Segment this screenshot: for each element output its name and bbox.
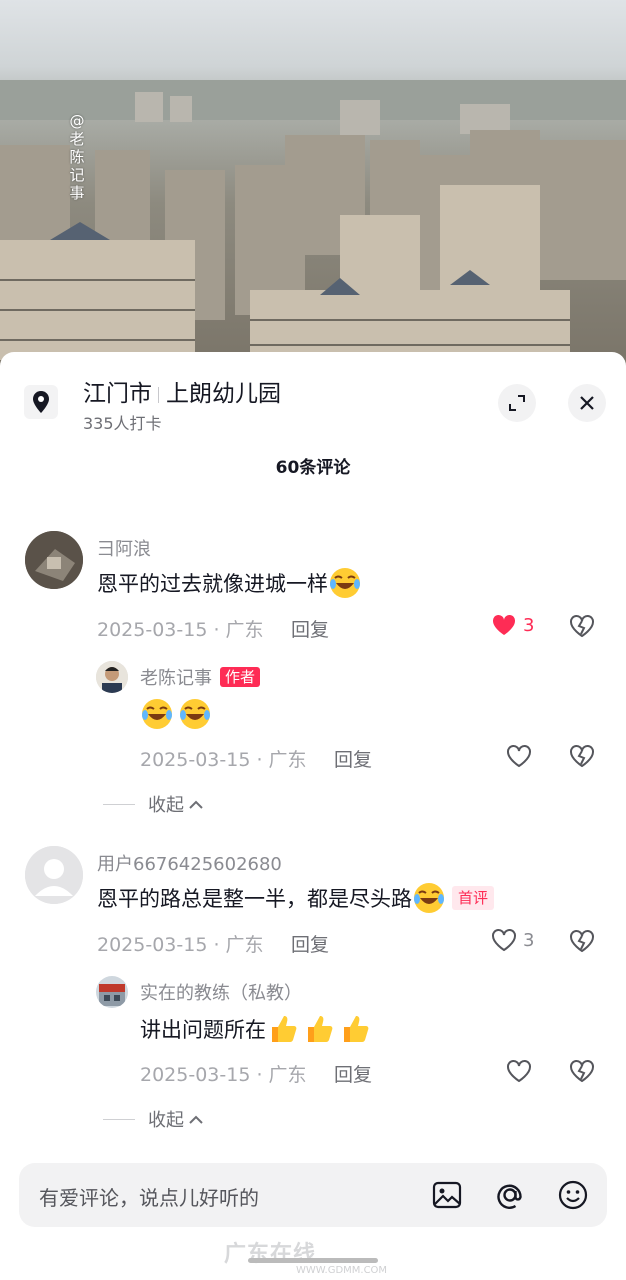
thumbs-up-emoji-icon — [272, 1016, 297, 1042]
home-indicator[interactable] — [248, 1258, 378, 1263]
reply-button[interactable]: 回复 — [291, 615, 329, 642]
emoji-icon[interactable] — [557, 1179, 589, 1211]
expand-button[interactable] — [498, 384, 536, 422]
checkin-count: 335人打卡 — [83, 414, 162, 433]
avatar[interactable] — [25, 531, 83, 589]
comment-date: 2025-03-15 · 广东 — [97, 619, 264, 641]
reply-button[interactable]: 回复 — [291, 930, 329, 957]
comment-input[interactable]: 有爱评论，说点儿好听的 — [19, 1163, 607, 1227]
reply-body: 讲出问题所在 — [140, 1018, 266, 1042]
comments-sheet — [0, 352, 626, 1280]
collapse-label: 收起 — [148, 1110, 184, 1131]
like-count: 3 — [523, 614, 535, 636]
collapse-label: 收起 — [148, 795, 184, 816]
mention-icon[interactable] — [494, 1179, 526, 1211]
close-button[interactable] — [568, 384, 606, 422]
reply-date: 2025-03-15 · 广东 — [140, 749, 307, 771]
reply-username[interactable]: 实在的教练（私教） — [140, 979, 302, 1005]
divider-line — [103, 1118, 135, 1120]
laugh-cry-emoji-icon — [414, 883, 444, 913]
broken-heart-icon — [570, 615, 594, 638]
divider-line — [103, 803, 135, 805]
avatar[interactable] — [96, 976, 128, 1008]
chevron-up-icon — [189, 1115, 203, 1124]
heart-outline-icon — [507, 745, 531, 768]
avatar[interactable] — [96, 661, 128, 693]
site-watermark: 广东在线 — [224, 1242, 317, 1267]
city-name: 江门市 — [83, 381, 152, 407]
reply-button[interactable]: 回复 — [334, 1060, 372, 1087]
collapse-replies-button[interactable]: 收起 — [103, 1106, 204, 1132]
comment-body: 恩平的过去就像进城一样 — [97, 572, 328, 596]
dislike-button[interactable] — [569, 1058, 595, 1088]
collapse-replies-button[interactable]: 收起 — [103, 791, 204, 817]
default-avatar-icon — [25, 846, 83, 904]
reply-text — [140, 697, 212, 731]
expand-icon — [509, 395, 525, 411]
location-title[interactable]: 江门市 上朗幼儿园 — [83, 374, 281, 408]
comment-username[interactable]: 用户6676425602680 — [97, 850, 282, 876]
thumbs-up-emoji-icon — [344, 1016, 369, 1042]
avatar[interactable] — [25, 846, 83, 904]
like-count: 3 — [523, 929, 535, 951]
reply-username-row: 老陈记事 作者 — [140, 664, 261, 690]
reply-date: 2025-03-15 · 广东 — [140, 1064, 307, 1086]
like-button[interactable] — [506, 1059, 532, 1083]
first-comment-badge: 首评 — [452, 886, 495, 910]
like-button[interactable] — [506, 744, 532, 768]
place-name: 上朗幼儿园 — [166, 381, 281, 407]
reply-button[interactable]: 回复 — [334, 745, 372, 772]
heart-outline-icon — [507, 1060, 531, 1083]
site-watermark-url: WWW.GDMM.COM — [296, 1265, 388, 1276]
comment-date: 2025-03-15 · 广东 — [97, 934, 264, 956]
like-button[interactable]: 3 — [491, 613, 534, 637]
city-skyline-image — [0, 80, 626, 365]
dislike-button[interactable] — [569, 928, 595, 958]
laugh-cry-emoji-icon — [330, 568, 360, 598]
location-photo: @老陈记事 — [0, 0, 626, 370]
thumbs-up-emoji-icon — [308, 1016, 333, 1042]
close-icon — [580, 396, 594, 410]
comment-username[interactable]: 彐阿浪 — [97, 535, 151, 561]
like-button[interactable]: 3 — [491, 928, 534, 952]
comment-count-title: 60条评论 — [275, 458, 351, 478]
author-badge: 作者 — [220, 667, 261, 687]
dislike-button[interactable] — [569, 743, 595, 773]
comment-body: 恩平的路总是整一半，都是尽头路 — [97, 887, 412, 911]
photo-watermark: @老陈记事 — [69, 112, 85, 202]
dislike-button[interactable] — [569, 613, 595, 643]
laugh-cry-emoji-icon — [142, 699, 172, 729]
laugh-cry-emoji-icon — [180, 699, 210, 729]
comment-text: 恩平的路总是整一半，都是尽头路 首评 — [97, 881, 495, 915]
image-icon[interactable] — [431, 1179, 463, 1211]
broken-heart-icon — [570, 745, 594, 768]
reply-text: 讲出问题所在 — [140, 1012, 372, 1046]
broken-heart-icon — [570, 930, 594, 953]
comment-input-placeholder: 有爱评论，说点儿好听的 — [39, 1186, 259, 1210]
chevron-up-icon — [189, 800, 203, 809]
comment-text: 恩平的过去就像进城一样 — [97, 566, 362, 600]
heart-filled-icon — [492, 614, 516, 635]
reply-username[interactable]: 老陈记事 — [140, 664, 212, 690]
broken-heart-icon — [570, 1060, 594, 1083]
title-divider — [158, 386, 159, 403]
location-pin-icon — [24, 385, 58, 419]
heart-outline-icon — [492, 929, 516, 952]
